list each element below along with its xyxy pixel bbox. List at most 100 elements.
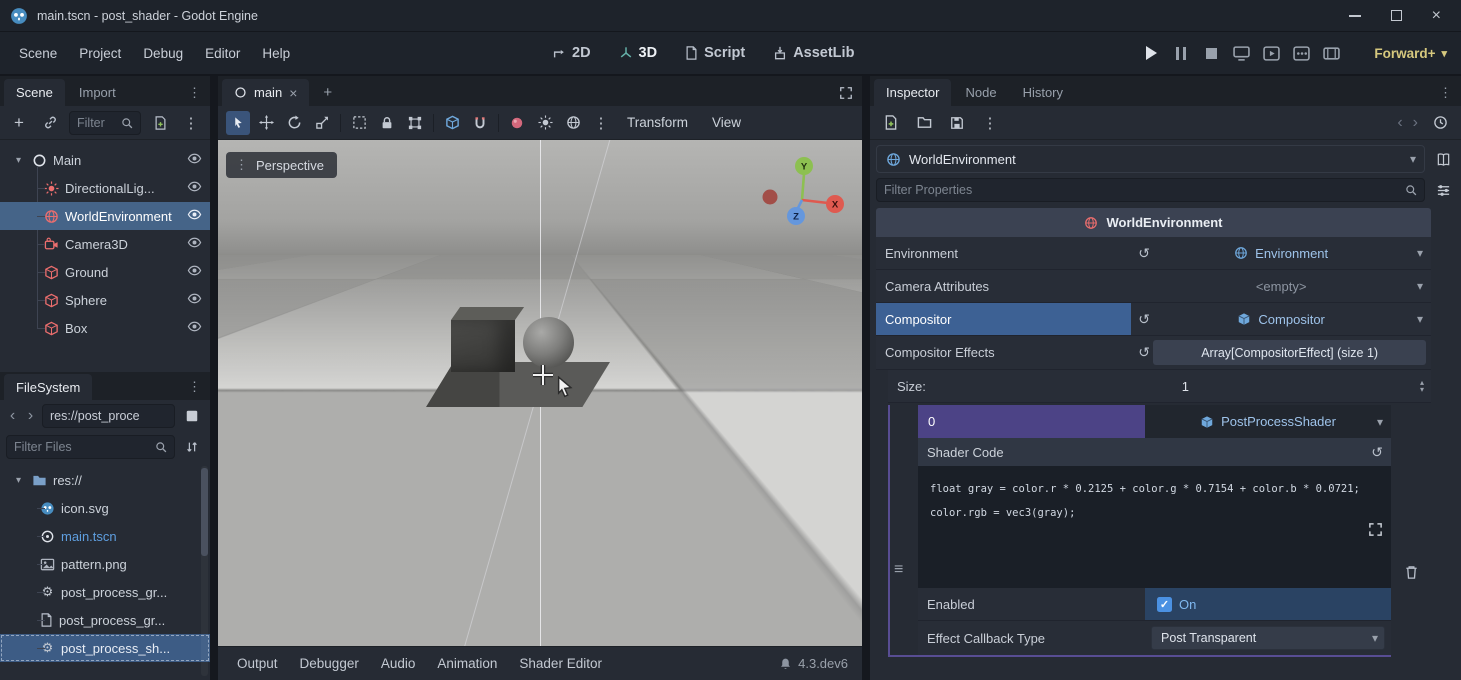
save-resource-button[interactable]: [945, 111, 969, 135]
tree-item-box[interactable]: Box: [0, 314, 210, 342]
tab-audio[interactable]: Audio: [370, 650, 427, 677]
stop-button[interactable]: [1201, 43, 1221, 63]
toggle-split-mode-button[interactable]: [180, 404, 204, 428]
checkbox-checked-icon[interactable]: ✓: [1157, 597, 1172, 612]
add-node-button[interactable]: +: [7, 111, 31, 135]
tree-item-main[interactable]: ▾ Main: [0, 146, 210, 174]
revert-icon[interactable]: ↺: [1138, 245, 1150, 262]
array-size-field[interactable]: 1 ▴ ▾: [1138, 370, 1431, 402]
menu-scene[interactable]: Scene: [8, 40, 68, 67]
file-item-icon-svg[interactable]: icon.svg: [0, 494, 210, 522]
delete-element-button[interactable]: [1404, 564, 1419, 583]
view-axis-gizmo[interactable]: Y X Z: [756, 148, 848, 240]
tab-scene[interactable]: Scene: [4, 79, 65, 106]
scrollbar-thumb[interactable]: [201, 468, 208, 556]
menu-project[interactable]: Project: [68, 40, 132, 67]
lock-selected-button[interactable]: [375, 111, 399, 135]
pause-button[interactable]: [1171, 43, 1191, 63]
visibility-toggle[interactable]: [187, 291, 202, 309]
filesystem-scrollbar[interactable]: [201, 466, 208, 676]
mode-assetlib-button[interactable]: AssetLib: [773, 45, 854, 61]
tab-animation[interactable]: Animation: [426, 650, 508, 677]
preview-camera-button[interactable]: [505, 111, 529, 135]
tree-item-sphere[interactable]: Sphere: [0, 286, 210, 314]
expand-code-button[interactable]: [1368, 522, 1383, 546]
visibility-toggle[interactable]: [187, 319, 202, 337]
scale-tool-button[interactable]: [310, 111, 334, 135]
scene-tree-menu-button[interactable]: ⋮: [179, 111, 203, 135]
section-worldenvironment[interactable]: WorldEnvironment: [876, 208, 1431, 237]
file-item-main-tscn[interactable]: main.tscn: [0, 522, 210, 550]
property-options-button[interactable]: [1431, 178, 1455, 202]
menu-help[interactable]: Help: [251, 40, 301, 67]
nav-back-button[interactable]: ‹: [6, 407, 19, 425]
file-item-post-process-gr-1[interactable]: ⚙ post_process_gr...: [0, 578, 210, 606]
tab-filesystem[interactable]: FileSystem: [4, 374, 92, 400]
mode-3d-button[interactable]: 3D: [619, 45, 658, 61]
notification-bell-icon[interactable]: [779, 657, 792, 670]
effect-callback-dropdown[interactable]: Post Transparent ▾: [1151, 626, 1385, 650]
minimize-button[interactable]: [1349, 15, 1361, 17]
play-scene-button[interactable]: [1261, 43, 1281, 63]
drag-handle-icon[interactable]: ≡: [894, 561, 903, 579]
tab-inspector[interactable]: Inspector: [874, 79, 951, 106]
rotate-tool-button[interactable]: [282, 111, 306, 135]
load-resource-button[interactable]: [912, 111, 936, 135]
new-tab-button[interactable]: +: [311, 79, 344, 106]
object-selector[interactable]: WorldEnvironment ▾: [876, 145, 1425, 173]
menu-editor[interactable]: Editor: [194, 40, 251, 67]
expand-viewport-icon[interactable]: [839, 86, 853, 100]
close-button[interactable]: ×: [1432, 7, 1441, 25]
attach-script-button[interactable]: [148, 111, 172, 135]
movie-maker-button[interactable]: [1321, 43, 1341, 63]
filesystem-menu-icon[interactable]: ⋮: [188, 379, 201, 395]
visibility-toggle[interactable]: [187, 207, 202, 225]
preview-sun-button[interactable]: [533, 111, 557, 135]
play-remote-button[interactable]: [1231, 43, 1251, 63]
tab-debugger[interactable]: Debugger: [289, 650, 370, 677]
list-select-button[interactable]: [347, 111, 371, 135]
play-custom-scene-button[interactable]: [1291, 43, 1311, 63]
revert-icon[interactable]: ↺: [1371, 444, 1383, 461]
menu-debug[interactable]: Debug: [132, 40, 194, 67]
3d-viewport[interactable]: ⋮ Perspective Y X Z: [218, 140, 862, 646]
visibility-toggle[interactable]: [187, 151, 202, 169]
property-filter-input[interactable]: [884, 183, 1401, 197]
file-filter-input[interactable]: [14, 440, 151, 454]
viewport-options-button[interactable]: ⋮: [589, 111, 613, 135]
revert-icon[interactable]: ↺: [1138, 344, 1150, 361]
size-stepper[interactable]: ▴ ▾: [1420, 379, 1424, 393]
tab-node[interactable]: Node: [953, 79, 1008, 106]
visibility-toggle[interactable]: [187, 235, 202, 253]
tree-item-camera3d[interactable]: Camera3D: [0, 230, 210, 258]
history-forward-button[interactable]: ›: [1413, 114, 1418, 132]
version-label[interactable]: 4.3.dev6: [798, 656, 848, 671]
file-item-res-root[interactable]: ▾ res://: [0, 466, 210, 494]
tab-history[interactable]: History: [1011, 79, 1075, 106]
play-button[interactable]: [1141, 43, 1161, 63]
open-docs-button[interactable]: [1431, 147, 1455, 171]
file-item-pattern-png[interactable]: pattern.png: [0, 550, 210, 578]
perspective-button[interactable]: ⋮ Perspective: [226, 152, 337, 178]
inspector-dock-menu-icon[interactable]: ⋮: [1439, 85, 1452, 101]
enabled-checkbox-field[interactable]: ✓ On: [1145, 588, 1391, 620]
local-space-button[interactable]: [440, 111, 464, 135]
view-menu[interactable]: View: [702, 110, 751, 135]
close-tab-icon[interactable]: ×: [289, 85, 297, 101]
tab-output[interactable]: Output: [226, 650, 289, 677]
shader-code-editor[interactable]: float gray = color.r * 0.2125 + color.g …: [918, 466, 1391, 588]
visibility-toggle[interactable]: [187, 263, 202, 281]
scene-filter-input[interactable]: [77, 116, 117, 130]
file-item-post-process-sh[interactable]: ⚙ post_process_sh...: [0, 634, 210, 662]
tree-item-directionallight[interactable]: DirectionalLig...: [0, 174, 210, 202]
visibility-toggle[interactable]: [187, 179, 202, 197]
history-back-button[interactable]: ‹: [1397, 114, 1402, 132]
select-tool-button[interactable]: [226, 111, 250, 135]
compositor-resource-picker[interactable]: ↺ Compositor ▾: [1131, 303, 1431, 335]
tab-shader-editor[interactable]: Shader Editor: [508, 650, 613, 677]
spin-down-icon[interactable]: ▾: [1420, 386, 1424, 393]
collapse-arrow-icon[interactable]: ▾: [16, 475, 26, 486]
shader-code-header[interactable]: Shader Code ↺: [918, 438, 1391, 466]
mode-2d-button[interactable]: 2D: [552, 45, 591, 61]
element-resource-picker[interactable]: PostProcessShader ▾: [1145, 405, 1391, 438]
